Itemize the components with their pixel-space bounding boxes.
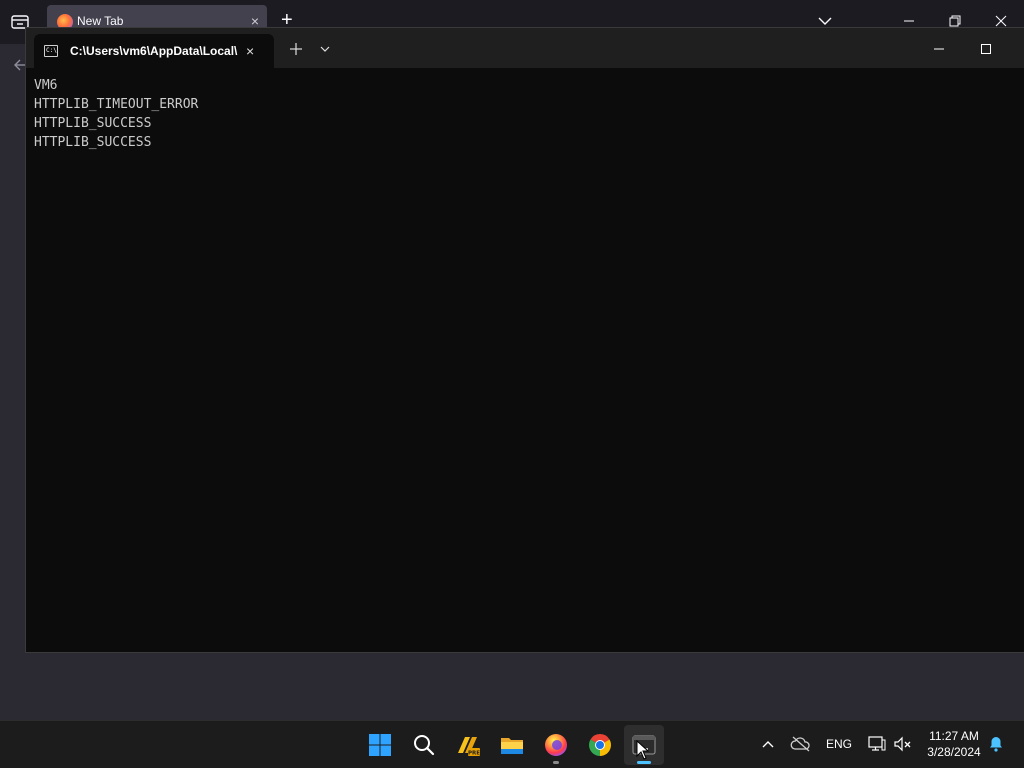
plus-icon[interactable] [288, 41, 304, 57]
chrome-icon [589, 734, 611, 756]
terminal-output[interactable]: VM6 HTTPLIB_TIMEOUT_ERROR HTTPLIB_SUCCES… [34, 76, 1014, 646]
terminal-line: HTTPLIB_TIMEOUT_ERROR [34, 97, 199, 112]
terminal-title-bar: C:\ C:\Users\vm6\AppData\Local\ × [26, 28, 1024, 68]
terminal-line: HTTPLIB_SUCCESS [34, 135, 152, 150]
minimize-icon[interactable] [931, 41, 947, 57]
command-prompt-icon: C:\ [44, 45, 58, 57]
close-tab-button[interactable]: × [246, 43, 254, 59]
firefox-tab-title: New Tab [77, 14, 124, 28]
firefox-icon [545, 734, 567, 756]
power-automate-button[interactable]: PRE [448, 725, 488, 765]
chrome-button[interactable] [580, 725, 620, 765]
start-button[interactable] [360, 725, 400, 765]
file-explorer-icon [501, 738, 523, 754]
language-indicator[interactable]: ENG [826, 737, 852, 751]
terminal-tab-title: C:\Users\vm6\AppData\Local\ [70, 44, 238, 58]
terminal-window: C:\ C:\Users\vm6\AppData\Local\ × VM6 HT… [25, 27, 1024, 653]
mouse-cursor-icon [636, 740, 650, 760]
file-explorer-button[interactable] [492, 725, 532, 765]
terminal-line: HTTPLIB_SUCCESS [34, 116, 152, 131]
running-indicator [553, 761, 559, 764]
chevron-up-icon[interactable] [760, 736, 776, 752]
network-icon[interactable] [867, 735, 887, 753]
terminal-line: VM6 [34, 78, 58, 93]
notification-bell-icon[interactable] [987, 735, 1005, 753]
start-icon [369, 734, 391, 756]
power-automate-icon: PRE [458, 737, 480, 757]
search-icon [414, 735, 435, 756]
onedrive-offline-icon[interactable] [790, 735, 812, 753]
taskbar: PRE ENG 11:27 AM 3/28/2024 [0, 720, 1024, 768]
clock[interactable]: 11:27 AM 3/28/2024 [918, 728, 990, 760]
search-button[interactable] [404, 725, 444, 765]
firefox-button[interactable] [536, 725, 576, 765]
terminal-tab[interactable]: C:\ C:\Users\vm6\AppData\Local\ × [34, 34, 274, 68]
clock-date: 3/28/2024 [927, 745, 981, 759]
chevron-down-icon[interactable] [318, 43, 332, 55]
maximize-icon[interactable] [978, 41, 994, 57]
svg-text:PRE: PRE [468, 751, 480, 757]
active-indicator [637, 761, 651, 764]
volume-muted-icon[interactable] [893, 735, 913, 753]
clock-time: 11:27 AM [929, 729, 979, 743]
